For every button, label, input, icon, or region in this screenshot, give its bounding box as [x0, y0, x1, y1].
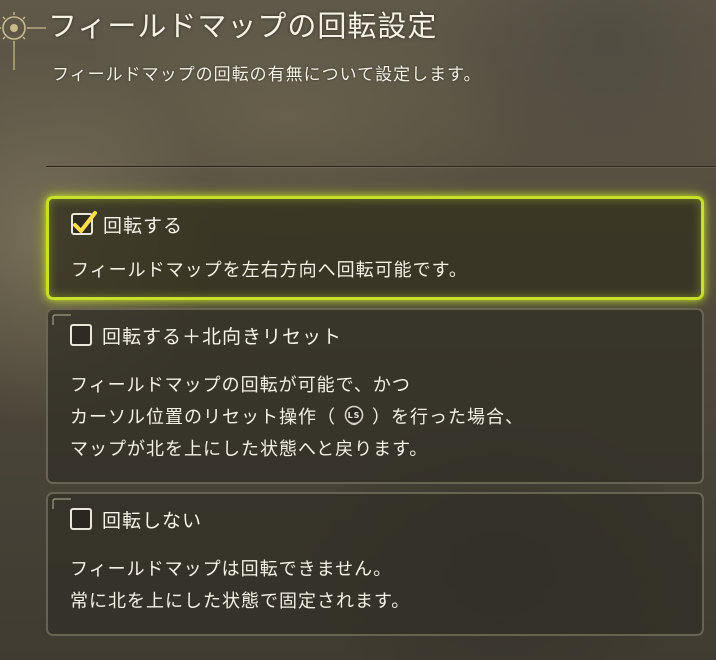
checkbox-no-rotate[interactable]	[70, 508, 92, 530]
corner-mark-icon	[52, 314, 71, 325]
option-label: 回転する＋北向きリセット	[102, 325, 343, 348]
option-no-rotate[interactable]: 回転しない フィールドマップは回転できません。 常に北を上にした状態で固定されま…	[46, 492, 704, 636]
checkbox-rotate-north-reset[interactable]	[70, 324, 92, 346]
option-description: フィールドマップは回転できません。 常に北を上にした状態で固定されます。	[70, 559, 411, 612]
option-description: フィールドマップを左右方向へ回転可能です。	[71, 260, 468, 281]
svg-text:LS: LS	[348, 411, 361, 420]
option-label: 回転する	[103, 214, 184, 237]
divider	[46, 166, 716, 167]
option-description: フィールドマップの回転が可能で、かつ カーソル位置のリセット操作（ LS ）を行…	[70, 375, 524, 460]
option-label: 回転しない	[102, 509, 203, 532]
page-description: フィールドマップの回転の有無について設定します。	[52, 65, 482, 85]
corner-mark-icon	[52, 498, 71, 509]
checkbox-rotate[interactable]	[71, 211, 97, 235]
checkmark-icon	[73, 211, 97, 233]
option-rotate-north-reset[interactable]: 回転する＋北向きリセット フィールドマップの回転が可能で、かつ カーソル位置のリ…	[46, 308, 704, 484]
page-title: フィールドマップの回転設定	[48, 9, 438, 43]
option-rotate[interactable]: 回転する フィールドマップを左右方向へ回転可能です。	[46, 196, 704, 300]
ls-stick-icon: LS	[344, 405, 364, 426]
